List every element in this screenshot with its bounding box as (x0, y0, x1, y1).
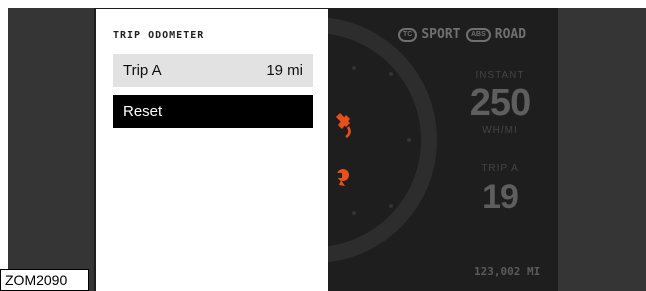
drive-mode-label: SPORT (421, 27, 461, 42)
reset-button[interactable]: Reset (113, 95, 313, 128)
motor-warning-icon (336, 113, 351, 139)
trip-a-row-value: 19 mi (266, 62, 303, 79)
odometer-readout: 123,002 MI (474, 265, 541, 278)
trip-a-value: 19 (482, 178, 519, 216)
trip-a-label: TRIP A (481, 163, 519, 174)
instant-value: 250 (469, 82, 531, 124)
gauge-tick (389, 72, 393, 76)
instant-label: INSTANT (475, 70, 525, 81)
gauge-tick (389, 204, 393, 208)
trip-odometer-menu: TRIP ODOMETER Trip A 19 mi Reset (96, 9, 328, 291)
brake-warning-icon (336, 169, 349, 186)
instant-unit: WH/MI (482, 125, 518, 136)
abs-badge-icon: ABS (466, 27, 491, 42)
gauge-tick (407, 138, 411, 142)
road-mode-label: ROAD (494, 27, 527, 42)
menu-title: TRIP ODOMETER (113, 30, 205, 41)
traction-mode-indicator: TC SPORT (398, 27, 460, 42)
figure-id-label: ZOM2090 (0, 269, 89, 291)
abs-mode-indicator: ABS ROAD (466, 27, 526, 42)
gauge-tick (352, 211, 356, 215)
reset-button-label: Reset (123, 103, 163, 120)
screen-bezel-right (558, 8, 646, 291)
trip-a-row-label: Trip A (123, 62, 162, 79)
screen-bezel-left (8, 8, 94, 291)
trip-a-row[interactable]: Trip A 19 mi (113, 54, 313, 87)
tc-badge-icon: TC (398, 27, 418, 42)
gauge-tick (352, 66, 356, 70)
